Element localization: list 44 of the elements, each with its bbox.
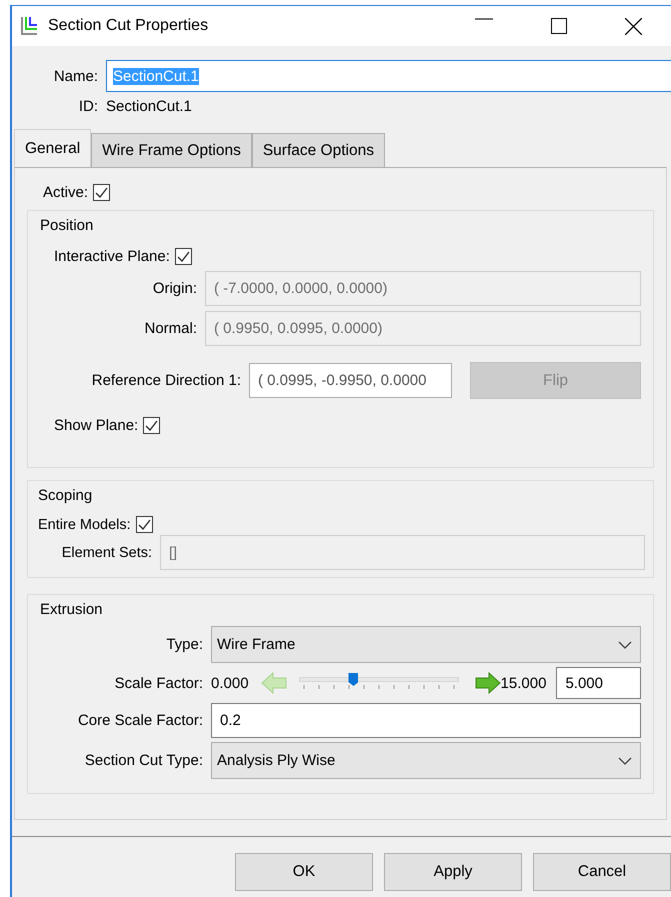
group-title: Scoping xyxy=(37,486,94,504)
checkbox[interactable] xyxy=(143,417,160,434)
app-icon xyxy=(20,16,38,36)
field-label: Normal: xyxy=(143,320,198,337)
chevron-down-icon xyxy=(618,640,632,648)
field-label: Type: xyxy=(165,636,204,653)
min-value: 0.000 xyxy=(211,674,249,692)
tab[interactable]: Surface Options xyxy=(252,133,385,167)
dialog-button[interactable]: Cancel xyxy=(533,853,671,891)
checkbox[interactable] xyxy=(93,184,110,201)
field-label: ID: xyxy=(78,98,99,115)
checkbox-label: Active: xyxy=(43,184,88,201)
dialog-button[interactable]: Apply xyxy=(384,853,522,891)
chevron-down-icon xyxy=(618,756,632,764)
text-field[interactable]: ( 0.0995, -0.9950, 0.0000 xyxy=(249,363,452,398)
group-title: Extrusion xyxy=(40,600,104,618)
minimize-icon[interactable] xyxy=(475,18,493,20)
field-label: Element Sets: xyxy=(60,544,153,560)
dropdown[interactable]: Analysis Ply Wise xyxy=(211,742,641,779)
checkbox-label: Show Plane: xyxy=(54,417,138,434)
field-label: Core Scale Factor: xyxy=(76,712,204,729)
core-scale-factor-field[interactable]: 0.2 xyxy=(211,703,641,738)
close-icon[interactable] xyxy=(625,18,642,34)
slider-thumb[interactable] xyxy=(348,673,358,686)
group-title: Position xyxy=(40,216,94,234)
maximize-icon[interactable] xyxy=(551,18,567,34)
dropdown[interactable]: Wire Frame xyxy=(211,626,641,663)
tab[interactable]: Wire Frame Options xyxy=(91,133,252,167)
dialog-button[interactable]: OK xyxy=(235,853,373,891)
field-label: Reference Direction 1: xyxy=(90,372,242,389)
checkbox[interactable] xyxy=(136,516,153,533)
field-label: Scale Factor: xyxy=(114,674,204,692)
checkbox[interactable] xyxy=(174,248,192,265)
scale-factor-field[interactable]: 5.000 xyxy=(556,667,641,699)
checkbox-label: Entire Models: xyxy=(38,516,131,532)
window-title: Section Cut Properties xyxy=(48,17,210,35)
checkbox-label: Interactive Plane: xyxy=(54,248,170,265)
max-value: 15.000 xyxy=(500,674,546,692)
tab[interactable]: General xyxy=(14,129,92,167)
id-value: SectionCut.1 xyxy=(106,98,192,115)
field-label: Origin: xyxy=(152,280,198,297)
field-label: Section Cut Type: xyxy=(84,752,204,769)
arrow-right-icon[interactable] xyxy=(474,672,501,694)
field-label: Name: xyxy=(52,68,99,84)
